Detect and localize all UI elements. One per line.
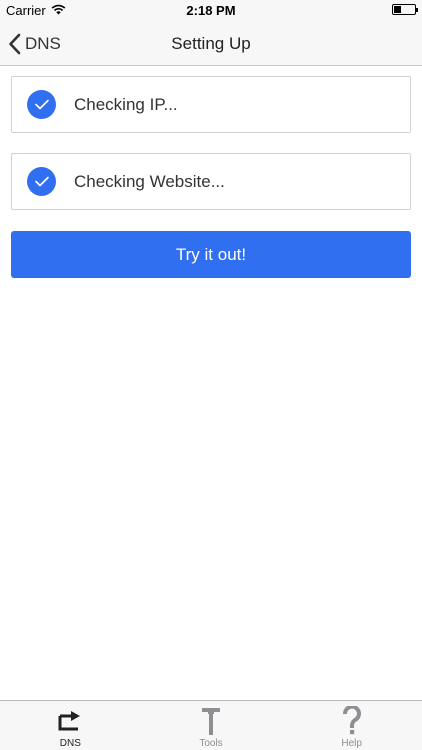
status-right (392, 4, 418, 15)
checkmark-icon (27, 167, 56, 196)
tab-bar: DNS Tools Help (0, 700, 422, 750)
page-title: Setting Up (171, 34, 251, 53)
check-label-ip: Checking IP... (74, 94, 178, 114)
checkmark-icon (27, 90, 56, 119)
navigation-bar: DNS Setting Up (0, 22, 422, 66)
tab-label-dns: DNS (59, 738, 81, 749)
try-it-out-button[interactable]: Try it out! (11, 231, 411, 278)
tab-help[interactable]: Help (281, 701, 422, 750)
screen: Carrier 2:18 PM DNS Setting Up Checking … (0, 0, 422, 750)
tab-dns[interactable]: DNS (0, 701, 141, 750)
hammer-icon (200, 707, 222, 735)
check-row-website: Checking Website... (11, 153, 411, 210)
tab-label-tools: Tools (199, 738, 223, 749)
battery-icon (392, 4, 418, 15)
battery-fill (394, 6, 401, 13)
status-time: 2:18 PM (186, 3, 236, 18)
redirect-arrow-icon (56, 707, 84, 735)
check-row-ip: Checking IP... (11, 76, 411, 133)
check-label-website: Checking Website... (74, 171, 225, 191)
tab-label-help: Help (341, 738, 362, 749)
tab-tools[interactable]: Tools (141, 701, 282, 750)
status-bar: Carrier 2:18 PM (0, 0, 422, 22)
question-mark-icon (342, 706, 362, 735)
